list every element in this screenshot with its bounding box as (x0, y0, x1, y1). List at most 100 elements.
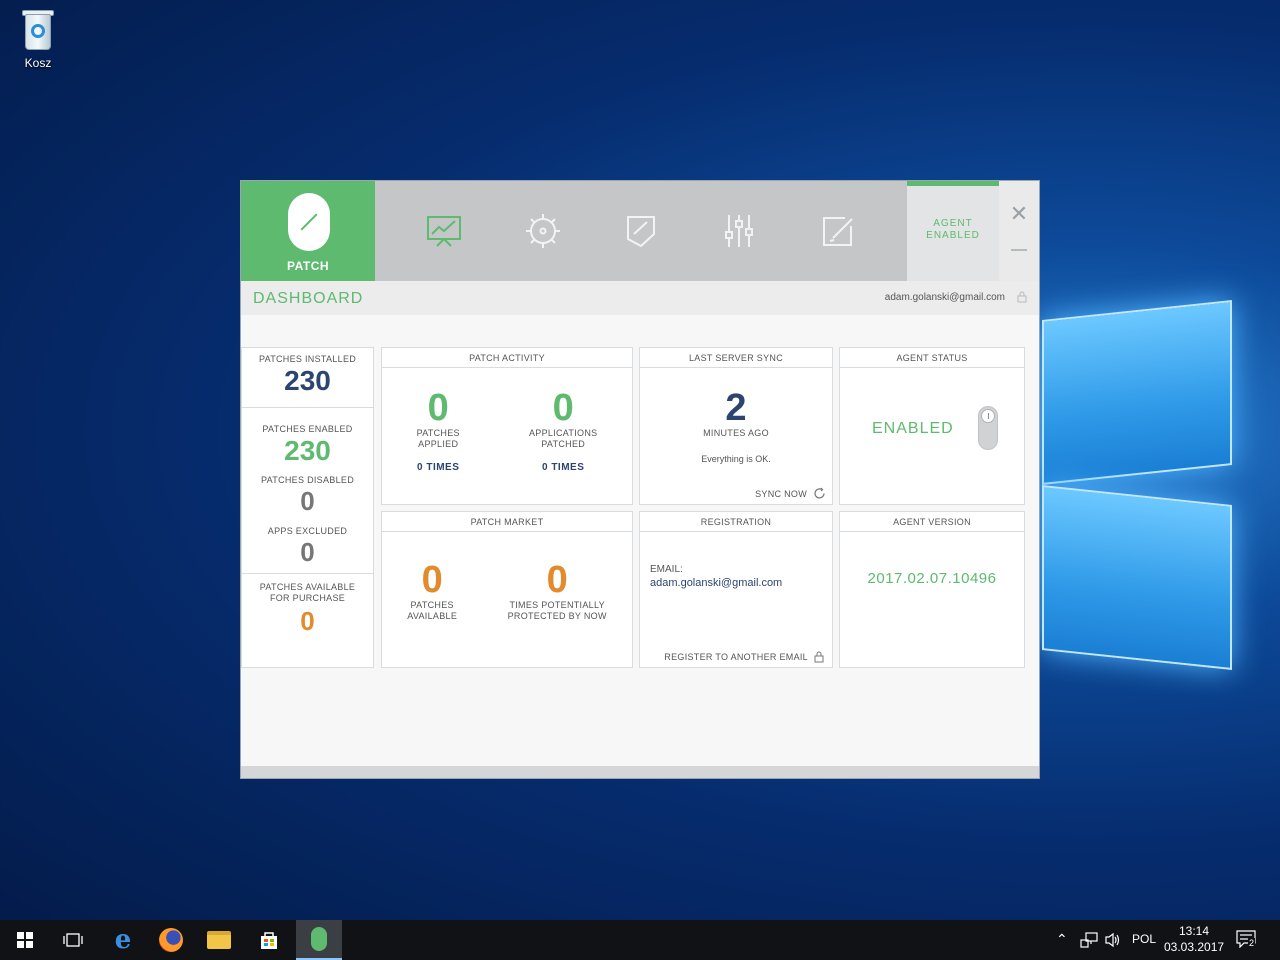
agent-status-tab[interactable]: AGENT ENABLED (907, 181, 999, 281)
clock-time: 13:14 (1178, 924, 1210, 938)
stat-available-purchase: PATCHES AVAILABLE FOR PURCHASE 0 (242, 574, 373, 638)
dashboard-content: PATCHES INSTALLED 230 PATCHES ENABLED 23… (241, 315, 1039, 767)
windows-start-icon (17, 932, 33, 948)
edit-icon (822, 217, 853, 246)
agent-tab-line1: AGENT (933, 218, 973, 229)
file-explorer-taskbar-button[interactable] (196, 920, 242, 960)
windows-logo-wallpaper (1038, 300, 1238, 670)
store-taskbar-button[interactable] (246, 920, 292, 960)
patch-app-icon (311, 927, 327, 951)
patch-app-taskbar-button[interactable] (296, 920, 342, 960)
sub-label: PATCHED (541, 439, 586, 449)
recycle-bin-shortcut[interactable]: Kosz (12, 8, 64, 70)
minimize-icon[interactable] (1011, 249, 1027, 251)
applications-patched-value: 0 (552, 387, 574, 429)
patches-available-value: 0 (421, 559, 443, 601)
patch-market-card: PATCH MARKET 0 PATCHES AVAILABLE 0 TIMES… (381, 511, 633, 668)
edge-taskbar-button[interactable]: e (100, 920, 146, 960)
stat-patches-disabled: PATCHES DISABLED 0 (242, 467, 373, 516)
sub-label: PATCHES (410, 600, 454, 610)
stat-label: PATCHES ENABLED (262, 424, 353, 434)
volume-icon[interactable] (1104, 932, 1122, 948)
stat-label: FOR PURCHASE (269, 593, 346, 603)
times-protected-value: 0 (546, 559, 568, 601)
register-another-email-button[interactable]: REGISTER TO ANOTHER EMAIL (664, 651, 824, 663)
agent-version-value: 2017.02.07.10496 (867, 570, 997, 587)
sub-label: APPLICATIONS (528, 428, 598, 438)
network-icon[interactable] (1080, 932, 1098, 948)
task-view-button[interactable] (50, 920, 96, 960)
stat-patches-enabled: PATCHES ENABLED 230 (242, 408, 373, 467)
nav-sliders[interactable] (709, 201, 769, 261)
refresh-icon (814, 487, 825, 499)
lock-icon (814, 651, 824, 663)
clock[interactable]: 13:14 03.03.2017 (1164, 923, 1224, 955)
sub-label: APPLIED (418, 439, 459, 449)
app-logo[interactable]: PATCH (241, 181, 375, 281)
agent-version-card: AGENT VERSION 2017.02.07.10496 (839, 511, 1025, 668)
logo-text: PATCH (286, 259, 330, 273)
show-hidden-icons-button[interactable]: ⌃ (1056, 931, 1068, 948)
sub-label: PATCHES (416, 428, 460, 438)
recycle-bin-label: Kosz (24, 56, 52, 70)
applications-patched-times: 0 TIMES (541, 462, 585, 473)
dashboard-icon (427, 216, 462, 247)
window-controls: ✕ (999, 181, 1039, 281)
sync-now-button[interactable]: SYNC NOW (755, 487, 826, 500)
sub-label: TIMES POTENTIALLY (509, 600, 605, 610)
top-nav-bar: PATCH AGENT ENABLED ✕ (241, 181, 1039, 281)
action-center-button[interactable]: 2 (1236, 930, 1258, 950)
patches-applied-value: 0 (427, 387, 449, 429)
nav-dashboard[interactable] (414, 201, 474, 261)
firefox-taskbar-button[interactable] (148, 920, 194, 960)
stat-label: PATCHES INSTALLED (258, 354, 357, 364)
wallpaper-pane-bottom (1042, 485, 1232, 670)
toggle-knob (981, 409, 995, 423)
sliders-icon (725, 215, 754, 247)
shield-icon (626, 216, 655, 248)
main-nav (375, 181, 907, 281)
card-title: AGENT VERSION (840, 512, 1024, 532)
chevron-up-icon: ⌃ (1056, 931, 1068, 947)
page-header: DASHBOARD adam.golanski@gmail.com (241, 281, 1039, 315)
input-language[interactable]: POL (1132, 932, 1156, 946)
card-title: PATCH MARKET (382, 512, 632, 532)
recycle-bin-icon (19, 8, 57, 52)
registration-card: REGISTRATION EMAIL: adam.golanski@gmail.… (639, 511, 833, 668)
patches-available: 0 PATCHES AVAILABLE (407, 560, 457, 622)
nav-shield[interactable] (611, 201, 671, 261)
card-title: LAST SERVER SYNC (640, 348, 832, 368)
sub-label: PROTECTED BY NOW (507, 611, 607, 621)
register-link-label: REGISTER TO ANOTHER EMAIL (664, 652, 808, 662)
notification-count: 2 (1248, 938, 1256, 948)
agent-toggle[interactable] (978, 406, 998, 450)
card-title: AGENT STATUS (840, 348, 1024, 368)
times-protected: 0 TIMES POTENTIALLY PROTECTED BY NOW (508, 560, 607, 622)
close-icon[interactable]: ✕ (1009, 203, 1029, 225)
last-sync-card: LAST SERVER SYNC 2 MINUTES AGO Everythin… (639, 347, 833, 505)
stat-value: 0 (300, 606, 315, 636)
card-title: PATCH ACTIVITY (382, 348, 632, 368)
nav-settings[interactable] (513, 201, 573, 261)
patch-logo-icon (288, 193, 330, 251)
patch-app-window: PATCH AGENT ENABLED ✕ DASHBOARD adam.gol… (240, 180, 1040, 779)
card-title: REGISTRATION (640, 512, 832, 532)
stat-value: 230 (284, 365, 331, 396)
edge-icon: e (114, 925, 132, 955)
start-button[interactable] (2, 920, 48, 960)
sync-unit: MINUTES AGO (703, 428, 769, 438)
task-view-icon (63, 933, 83, 947)
stat-value: 0 (300, 486, 315, 516)
nav-edit[interactable] (808, 201, 868, 261)
patches-applied-times: 0 TIMES (417, 462, 460, 473)
lock-icon[interactable] (1017, 291, 1027, 303)
firefox-icon (159, 928, 183, 952)
sub-label: AVAILABLE (407, 611, 458, 621)
patches-applied: 0 PATCHES APPLIED 0 TIMES (417, 388, 460, 473)
stat-value: 0 (300, 537, 315, 567)
registered-email: adam.golanski@gmail.com (650, 577, 783, 589)
store-icon (261, 932, 277, 949)
settings-gear-icon (525, 214, 560, 248)
stat-patches-installed: PATCHES INSTALLED 230 (242, 348, 373, 407)
clock-date: 03.03.2017 (1164, 940, 1225, 954)
